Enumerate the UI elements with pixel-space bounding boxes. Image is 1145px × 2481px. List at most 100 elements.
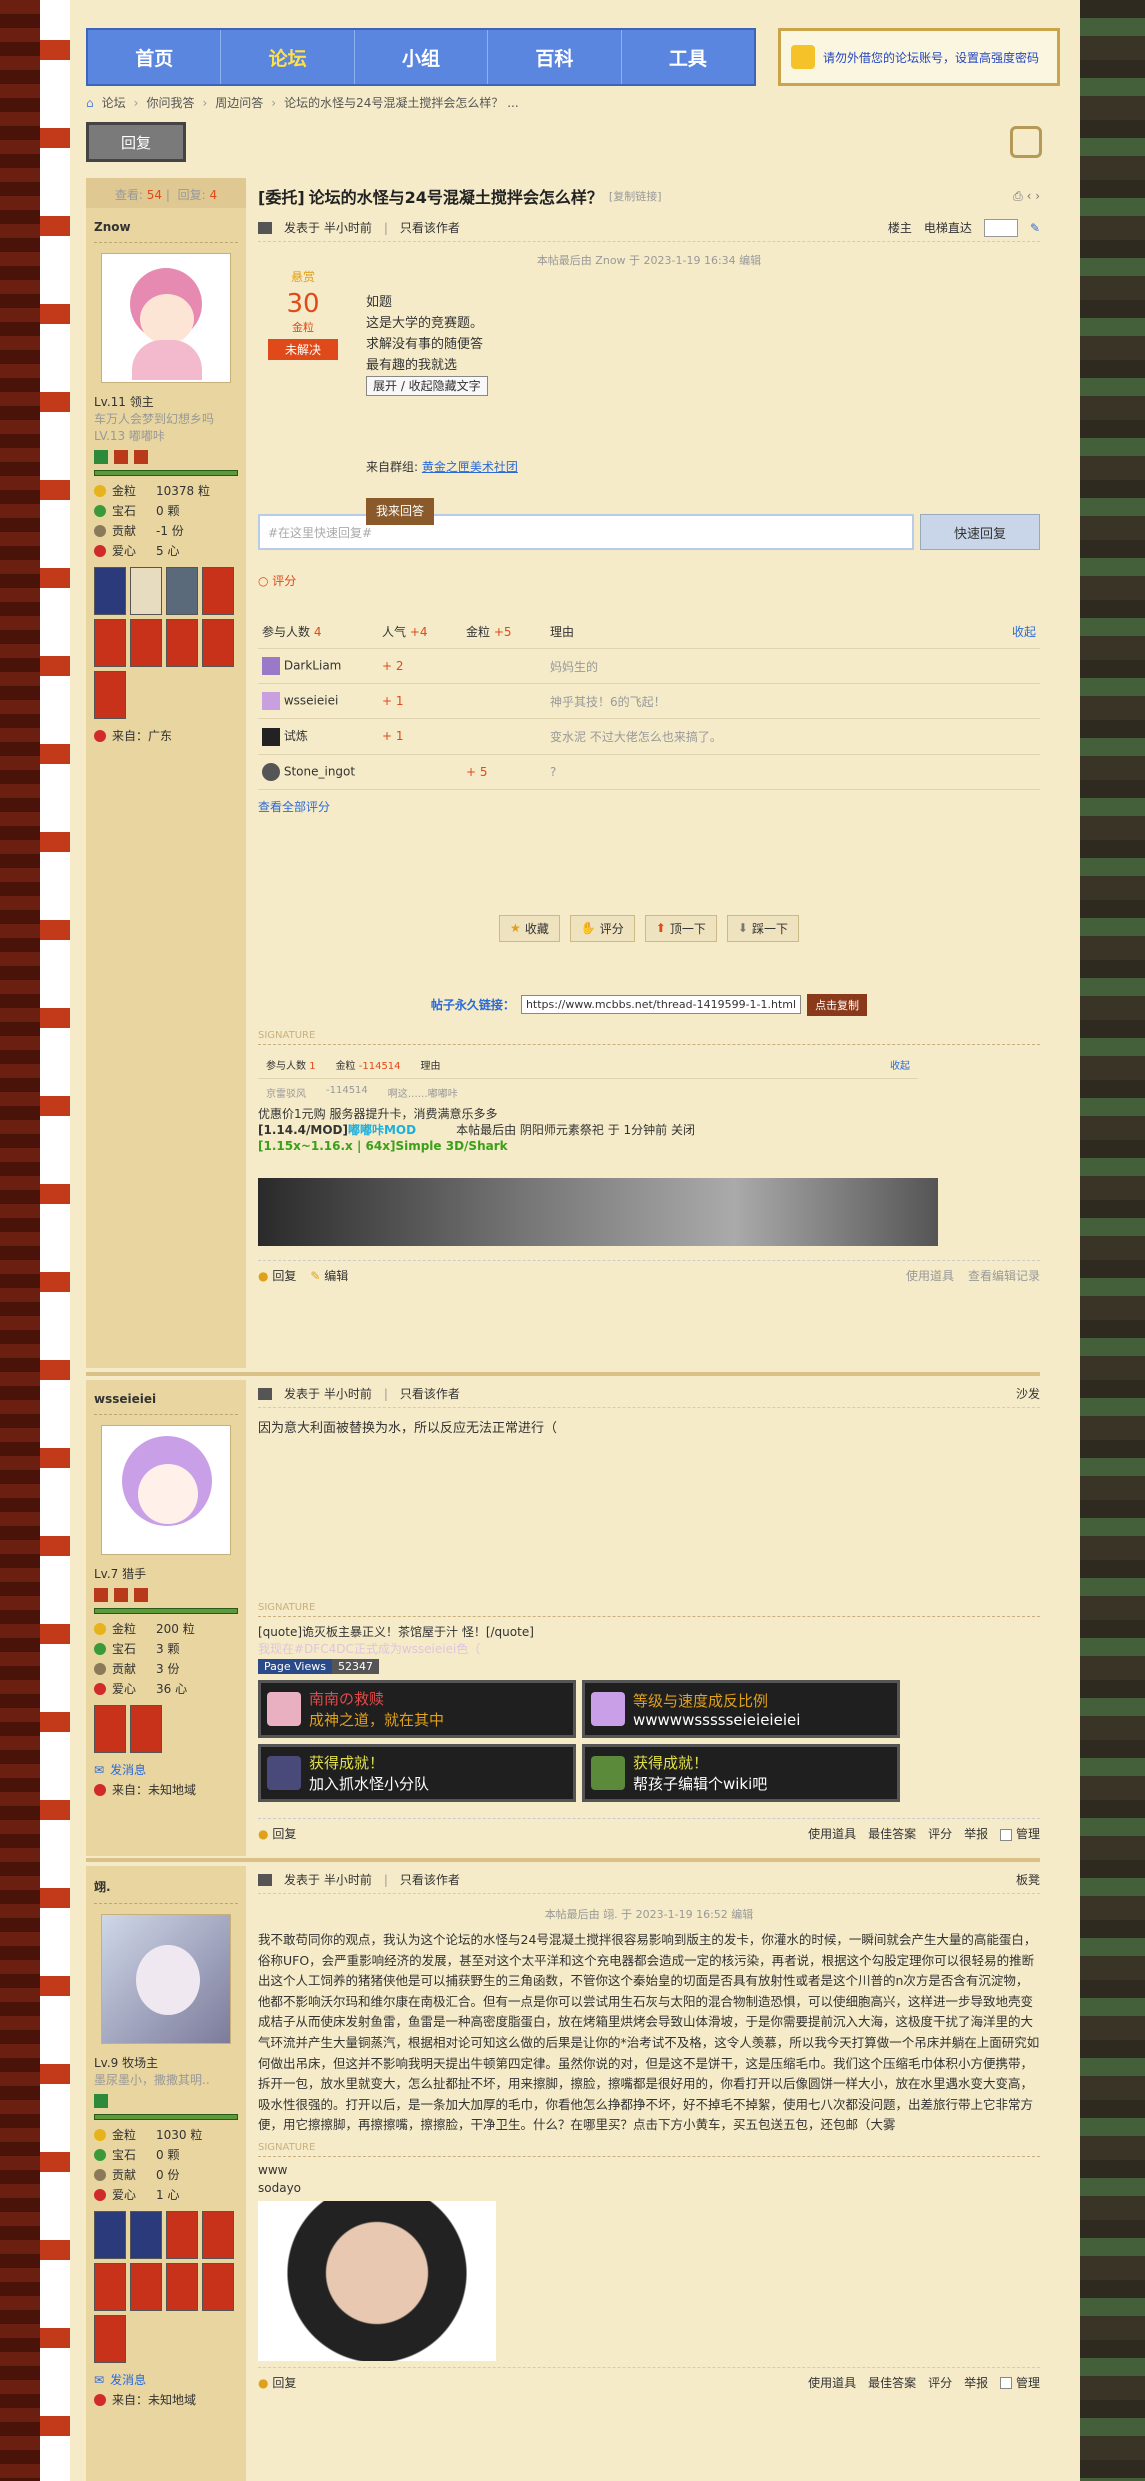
body-line: 如题 [366,295,393,310]
label: 金粒 [112,484,137,498]
author-name[interactable]: wsseieiei [94,1388,238,1415]
medal-icon[interactable] [94,567,126,615]
nav-tools[interactable]: 工具 [622,30,754,84]
medal-icon[interactable] [130,567,162,615]
medal-icon[interactable] [202,619,234,667]
quick-reply-input[interactable]: #在这里快速回复# [258,514,914,550]
breadcrumb: ⌂ 论坛 › 你问我答 › 周边问答 › 论坛的水怪与24号混凝土搅拌会怎么样？… [86,94,519,111]
rate-button[interactable]: ✋ 评分 [569,914,635,942]
only-author-link[interactable]: 只看该作者 [400,1385,460,1402]
avatar[interactable] [101,253,231,383]
love-icon [94,544,106,557]
thread-stats: 查看: 54 | 回复: 4 [86,178,246,208]
medal-icon[interactable] [130,619,162,667]
down-arrow-icon: ⬇ [737,921,748,935]
go-icon[interactable]: ✎ [1030,221,1040,235]
reply-link[interactable]: ● 回复 [258,1267,296,1284]
reply-icon: ● [258,1268,269,1283]
avatar[interactable] [101,1914,231,2044]
group-icon [114,450,128,464]
favorite-button[interactable]: ★ 收藏 [499,914,560,942]
nav-forum[interactable]: 论坛 [221,30,355,84]
contribution-icon [94,524,106,537]
copy-link[interactable]: [复制链接] [609,188,662,204]
user-location: 来自：广东 [112,729,173,743]
right-border-decoration [1080,0,1145,2481]
downvote-button[interactable]: ⬇ 踩一下 [726,914,799,942]
home-icon[interactable]: ⌂ [86,96,94,110]
reply-link[interactable]: ● 回复 [258,1825,296,1842]
post-content: 我不敢苟同你的观点，我认为这个论坛的水怪与24号混凝土搅拌很容易影响到版主的发卡… [258,1932,1040,2133]
crumb-peripheral[interactable]: 周边问答 [215,94,263,111]
return-list-icon[interactable] [1010,126,1042,158]
post-meta: 发表于 半小时前 | 只看该作者 沙发 [258,1380,1040,1408]
manage-checkbox[interactable] [1000,2377,1013,2390]
permalink-input[interactable]: https://www.mcbbs.net/thread-1419599-1-1… [520,995,802,1014]
author-name[interactable]: Znow [94,216,238,243]
user-title: 墨尿墨小，撒撒其明.. [94,2073,210,2087]
medal-icon[interactable] [94,2315,126,2363]
bounty-status: 未解决 [268,339,338,360]
reply-button[interactable]: 回复 [86,122,186,162]
toggle-hidden-button[interactable]: 展开 / 收起隐藏文字 [366,376,488,396]
only-author-link[interactable]: 只看该作者 [400,1871,460,1888]
avatar[interactable] [101,1425,231,1555]
nav-group[interactable]: 小组 [355,30,489,84]
use-item-link[interactable]: 使用道具 [906,1267,954,1284]
report-link[interactable]: 举报 [964,1825,988,1842]
medal-icon[interactable] [166,567,198,615]
quick-reply-button[interactable]: 快速回复 [920,514,1040,550]
only-author-link[interactable]: 只看该作者 [400,219,460,236]
upvote-button[interactable]: ⬆ 顶一下 [644,914,717,942]
medal-icon[interactable] [94,671,126,719]
copy-permalink-button[interactable]: 点击复制 [807,993,868,1016]
nav-home[interactable]: 首页 [88,30,222,84]
use-item-link[interactable]: 使用道具 [808,2374,856,2391]
medal-icon[interactable] [94,1705,126,1753]
medal-icon[interactable] [94,619,126,667]
label: 贡献 [112,524,137,538]
edit-history-link[interactable]: 查看编辑记录 [968,1267,1040,1284]
medal-icon[interactable] [202,567,234,615]
medal-icon[interactable] [202,2211,234,2259]
edit-link[interactable]: ✎ 编辑 [310,1267,348,1284]
rate-row: Stone_ingot + 5? [258,754,1040,790]
collapse-rate-link[interactable]: 收起 [792,615,1040,649]
medal-icon[interactable] [94,2263,126,2311]
floor-jump-input[interactable] [983,218,1018,237]
answer-button[interactable]: 我来回答 [366,498,435,525]
medal-icon[interactable] [130,2211,162,2259]
edit-icon: ✎ [310,1268,321,1283]
print-icon[interactable]: ⎙ ‹ › [1013,189,1040,204]
medal-icon[interactable] [166,2263,198,2311]
use-item-link[interactable]: 使用道具 [808,1825,856,1842]
medal-icon[interactable] [130,1705,162,1753]
group-link[interactable]: 黄金之匣美术社团 [422,460,518,474]
best-answer-link[interactable]: 最佳答案 [868,1825,916,1842]
medal-icon[interactable] [130,2263,162,2311]
all-rates-link[interactable]: 查看全部评分 [258,798,1040,815]
online-icon [258,221,272,234]
crumb-qa[interactable]: 你问我答 [146,94,194,111]
rate-link[interactable]: 评分 [928,1825,952,1842]
report-link[interactable]: 举报 [964,2374,988,2391]
manage-checkbox[interactable] [1000,1828,1013,1841]
rate-link[interactable]: 评分 [928,2374,952,2391]
rate-row: wsseieiei + 1 神乎其技！6的飞起！ [258,683,1040,719]
send-message-link[interactable]: 发消息 [110,2371,146,2388]
reply-link[interactable]: ● 回复 [258,2374,296,2391]
security-notice[interactable]: 请勿外借您的论坛账号，设置高强度密码 [778,28,1060,86]
author-name[interactable]: 翊. [94,1874,238,1904]
medal-icon[interactable] [94,2211,126,2259]
medal-icon[interactable] [166,2211,198,2259]
avatar [262,657,280,675]
rate-section-label: ○ 评分 [258,574,297,588]
post-footer: ● 回复 使用道具 最佳答案 评分 举报 管理 [258,1818,1040,1848]
medal-icon[interactable] [166,619,198,667]
best-answer-link[interactable]: 最佳答案 [868,2374,916,2391]
crumb-thread[interactable]: 论坛的水怪与24号混凝土搅拌会怎么样？ ... [284,94,519,111]
nav-wiki[interactable]: 百科 [488,30,622,84]
medal-icon[interactable] [202,2263,234,2311]
crumb-forum[interactable]: 论坛 [102,94,126,111]
send-message-link[interactable]: 发消息 [110,1761,146,1778]
